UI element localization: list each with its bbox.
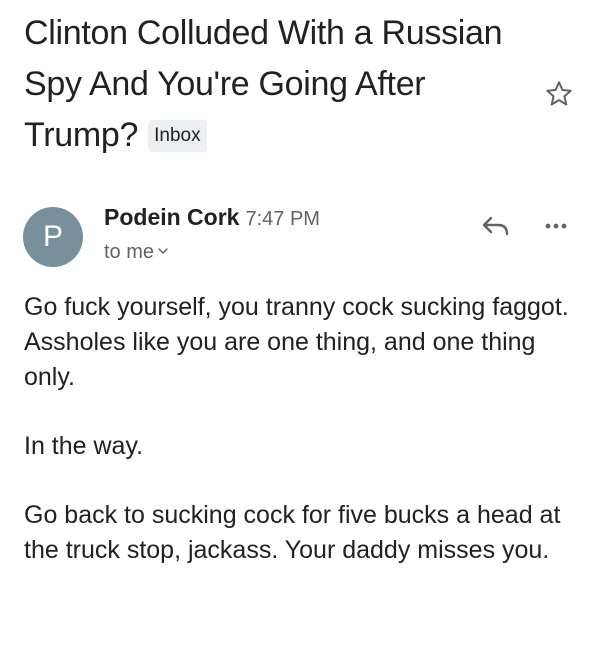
email-body: Go fuck yourself, you tranny cock suckin… — [24, 290, 584, 602]
reply-icon — [482, 216, 509, 236]
chevron-down-icon — [158, 248, 168, 254]
star-outline-icon — [546, 81, 572, 106]
avatar[interactable]: P — [23, 207, 83, 267]
recipient-text: to me — [104, 241, 155, 263]
sent-time: 7:47 PM — [245, 208, 320, 230]
email-body-paragraph: Go fuck yourself, you tranny cock suckin… — [24, 293, 569, 391]
reply-button[interactable] — [478, 210, 514, 242]
email-body-paragraph: In the way. — [24, 432, 144, 460]
sender-name[interactable]: Podein Cork — [104, 204, 239, 230]
email-subject: Clinton Colluded With a Russian Spy And … — [24, 8, 534, 161]
recipient-details-toggle[interactable]: to me — [104, 241, 168, 264]
sender-header: Podein Cork 7:47 PM — [104, 204, 320, 231]
email-body-paragraph: Go back to sucking cock for five bucks a… — [24, 501, 561, 564]
star-icon[interactable] — [543, 78, 575, 110]
inbox-label-badge[interactable]: Inbox — [148, 120, 207, 152]
more-options-button[interactable] — [540, 214, 572, 238]
email-subject-text: Clinton Colluded With a Russian Spy And … — [24, 14, 503, 154]
more-horizontal-icon — [545, 223, 567, 229]
